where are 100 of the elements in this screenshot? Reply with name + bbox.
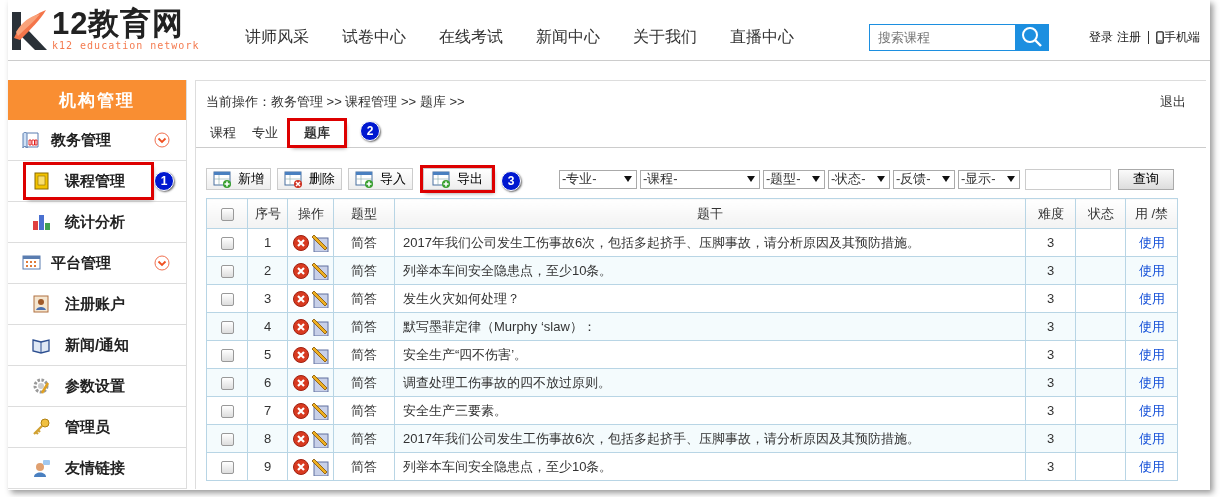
nav-link[interactable]: 在线考试 (439, 26, 503, 48)
nav-link[interactable]: 直播中心 (730, 26, 794, 48)
dropdown-arrow-icon (1007, 176, 1015, 182)
filter-dropdown[interactable]: -题型- (763, 169, 825, 189)
table-cell: 简答 (333, 452, 395, 481)
dropdown-arrow-icon (877, 176, 885, 182)
edit-icon[interactable] (311, 401, 329, 420)
table-cell: 默写墨菲定律（Murphy ‘slaw）： (394, 312, 1026, 341)
sidebar-item[interactable]: 参数设置 (8, 366, 186, 407)
edit-icon[interactable] (311, 289, 329, 308)
toolbar-button[interactable]: 新增 (206, 168, 271, 190)
delete-icon[interactable] (292, 345, 310, 364)
filter-dropdown[interactable]: -状态- (828, 169, 890, 189)
dropdown-arrow-icon (942, 176, 950, 182)
table-cell: 3 (1025, 396, 1076, 425)
row-checkbox[interactable] (220, 293, 234, 307)
toolbar-button[interactable]: 删除 (277, 168, 342, 190)
sidebar-item[interactable]: 新闻/通知 (8, 325, 186, 366)
tab[interactable]: 课程 (202, 124, 244, 147)
mobile-link[interactable]: 手机端 (1156, 28, 1200, 46)
table-cell: 3 (1025, 228, 1076, 257)
edit-icon[interactable] (311, 317, 329, 336)
search-field[interactable]: 搜索课程 (869, 23, 1015, 51)
table-cell: 简答 (333, 368, 395, 397)
delete-icon[interactable] (292, 317, 310, 336)
filter-dropdown[interactable]: -反馈- (893, 169, 955, 189)
sidebar-item[interactable]: 课程管理 1 (8, 161, 186, 202)
header-link[interactable]: 注册 (1117, 28, 1141, 46)
logo-title: 12教育网 (52, 8, 186, 40)
row-checkbox[interactable] (220, 237, 234, 251)
row-checkbox[interactable] (220, 433, 234, 447)
table-cell: 2017年我们公司发生工伤事故6次，包括多起挤手、压脚事故，请分析原因及其预防措施。 (394, 228, 1026, 257)
edit-icon[interactable] (311, 429, 329, 448)
nav-link[interactable]: 试卷中心 (342, 26, 406, 48)
sidebar-group[interactable]: 平台管理 (8, 243, 186, 284)
edit-icon[interactable] (311, 233, 329, 252)
table-cell: 7 (247, 396, 288, 425)
table-cell: 5 (247, 340, 288, 369)
column-header: 序号 (247, 198, 288, 229)
step-badge: 3 (501, 171, 521, 191)
filter-dropdown[interactable]: -显示- (958, 169, 1020, 189)
delete-icon[interactable] (292, 429, 310, 448)
delete-icon[interactable] (292, 233, 310, 252)
delete-icon[interactable] (292, 457, 310, 476)
edit-icon[interactable] (311, 261, 329, 280)
table-cell: 3 (1025, 284, 1076, 313)
sidebar-group[interactable]: 教务管理 (8, 120, 186, 161)
tab[interactable]: 专业 (244, 124, 286, 147)
row-checkbox[interactable] (220, 265, 234, 279)
nav-link[interactable]: 讲师风采 (245, 26, 309, 48)
table-cell: 简答 (333, 228, 395, 257)
row-checkbox[interactable] (220, 377, 234, 391)
key-icon (32, 418, 51, 436)
edit-icon[interactable] (311, 457, 329, 476)
delete-icon[interactable] (292, 261, 310, 280)
query-button[interactable]: 查询 (1118, 168, 1174, 190)
edit-icon[interactable] (311, 345, 329, 364)
delete-icon[interactable] (292, 401, 310, 420)
edit-icon[interactable] (311, 373, 329, 392)
document-icon (22, 131, 41, 149)
nav-link[interactable]: 关于我们 (633, 26, 697, 48)
table-cell: 安全生产“四不伤害’。 (394, 340, 1026, 369)
search-button[interactable] (1015, 23, 1049, 51)
table-add-icon (355, 169, 374, 189)
table-cell: 简答 (333, 256, 395, 285)
dropdown-arrow-icon (747, 176, 755, 182)
search-icon (1021, 26, 1043, 48)
row-checkbox[interactable] (220, 461, 234, 475)
row-checkbox[interactable] (220, 405, 234, 419)
delete-icon[interactable] (292, 373, 310, 392)
row-checkbox[interactable] (220, 321, 234, 335)
step-badge: 1 (154, 171, 174, 191)
delete-icon[interactable] (292, 289, 310, 308)
step-badge: 2 (360, 121, 380, 141)
column-header: 难度 (1025, 198, 1076, 229)
bar-chart-icon (32, 213, 51, 231)
table-delete-icon (284, 169, 303, 189)
table-cell: 3 (1025, 340, 1076, 369)
table-cell: 发生火灾如何处理？ (394, 284, 1026, 313)
table-cell: 列举本车间安全隐患点，至少10条。 (394, 256, 1026, 285)
toolbar-button[interactable]: 导入 (348, 168, 413, 190)
breadcrumb: 当前操作：教务管理 >> 课程管理 >> 题库 >> (206, 93, 465, 111)
filter-dropdown[interactable]: -专业- (559, 169, 637, 189)
sidebar-item[interactable]: 管理员 (8, 407, 186, 448)
row-checkbox[interactable] (220, 349, 234, 363)
header-link[interactable]: 登录 (1089, 28, 1113, 46)
filter-dropdown[interactable]: -课程- (640, 169, 760, 189)
sidebar-item[interactable]: 注册账户 (8, 284, 186, 325)
nav-link[interactable]: 新闻中心 (536, 26, 600, 48)
logout-link[interactable]: 退出 (1160, 93, 1186, 123)
table-cell: 简答 (333, 312, 395, 341)
sidebar-item[interactable]: 友情链接 (8, 448, 186, 489)
table-cell: 调查处理工伤事故的四不放过原则。 (394, 368, 1026, 397)
select-all-checkbox[interactable] (220, 208, 234, 222)
query-field[interactable] (1025, 168, 1111, 190)
sidebar-item[interactable]: 统计分析 (8, 202, 186, 243)
table-cell: 简答 (333, 424, 395, 453)
dropdown-arrow-icon (624, 176, 632, 182)
table-cell: 简答 (333, 396, 395, 425)
table-cell: 3 (247, 284, 288, 313)
